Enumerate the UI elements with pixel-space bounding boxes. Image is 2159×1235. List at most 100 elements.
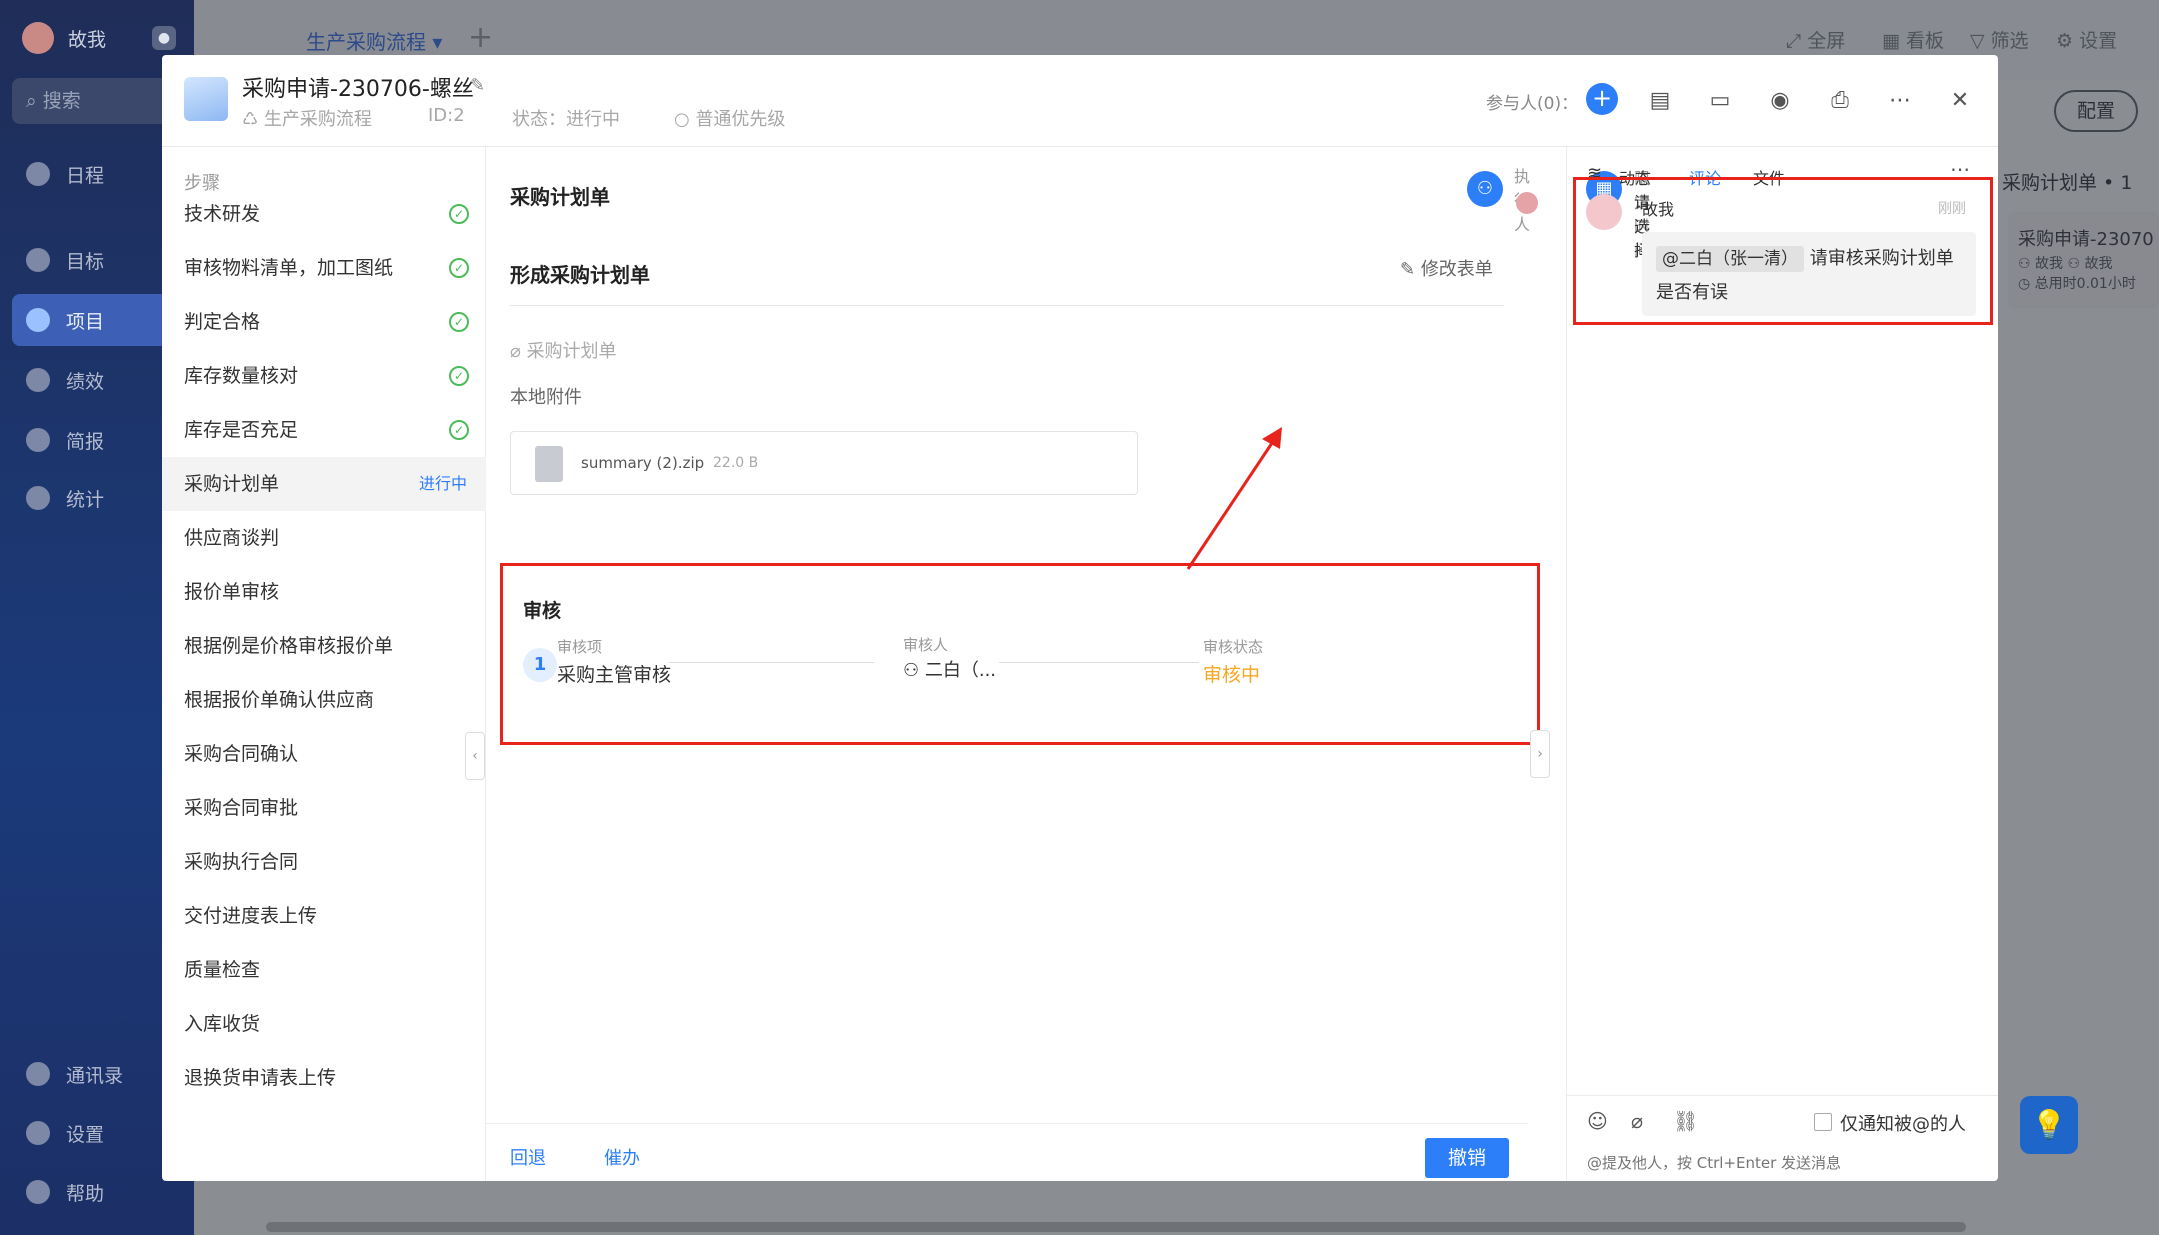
settings-button[interactable]: ⚙ 设置 bbox=[2056, 26, 2117, 53]
annotation-arrow bbox=[1186, 427, 1282, 570]
check-circle-icon: ✓ bbox=[449, 366, 469, 386]
participants-label: 参与人(0)： bbox=[1486, 94, 1579, 114]
step-label: 采购合同审批 bbox=[184, 797, 299, 819]
attachment-file[interactable]: summary (2).zip 22.0 B bbox=[510, 431, 1138, 495]
collapse-left-button[interactable]: ‹ bbox=[465, 732, 485, 780]
search-label: 搜索 bbox=[42, 90, 81, 112]
urge-button[interactable]: 催办 bbox=[604, 1144, 640, 1170]
step-label: 报价单审核 bbox=[184, 581, 280, 603]
step-item[interactable]: 根据报价单确认供应商 bbox=[162, 673, 486, 727]
executor-user-icon[interactable]: ⚇ bbox=[1467, 171, 1503, 207]
step-label: 入库收货 bbox=[184, 1013, 261, 1035]
list-title: 采购计划单 bbox=[2002, 172, 2098, 194]
horizontal-scrollbar[interactable] bbox=[266, 1222, 1966, 1232]
sidebar-item-contacts[interactable]: 通讯录 bbox=[12, 1048, 182, 1100]
back-button[interactable]: 回退 bbox=[510, 1144, 546, 1170]
comment-input[interactable] bbox=[1587, 1151, 1977, 1175]
sidebar-search[interactable]: ⌕ 搜索 bbox=[12, 78, 182, 124]
step-item[interactable]: 采购合同审批 bbox=[162, 781, 486, 835]
task-image-icon bbox=[184, 77, 228, 121]
revoke-button[interactable]: 撤销 bbox=[1425, 1138, 1509, 1178]
step-label: 采购合同确认 bbox=[184, 743, 299, 765]
step-item[interactable]: 审核物料清单，加工图纸 ✓ bbox=[162, 241, 486, 295]
task-card[interactable]: 采购申请-23070 ⚇ 故我 ⚇ 故我 ◷ 总用时0.01小时 bbox=[2008, 212, 2159, 308]
step-item[interactable]: 采购合同确认 bbox=[162, 727, 486, 781]
filter-button[interactable]: ▽ 筛选 bbox=[1970, 26, 2029, 53]
workflow-name: ♺ 生产采购流程 bbox=[242, 109, 372, 130]
bell-icon[interactable]: ● bbox=[152, 26, 176, 50]
step-item-current[interactable]: 采购计划单 进行中 bbox=[162, 457, 486, 511]
document-icon[interactable]: ▤ bbox=[1646, 87, 1674, 115]
executor-avatar[interactable] bbox=[1516, 192, 1538, 214]
user-circle-icon[interactable]: ◉ bbox=[1766, 87, 1794, 115]
sidebar-item-schedule[interactable]: 日程 bbox=[12, 148, 182, 200]
step-item[interactable]: 判定合格 ✓ bbox=[162, 295, 486, 349]
edit-icon[interactable]: ✎ bbox=[470, 75, 485, 96]
project-selector[interactable]: 生产采购流程 ▾ bbox=[306, 26, 442, 55]
step-item[interactable]: 库存是否充足 ✓ bbox=[162, 403, 486, 457]
config-button[interactable]: 配置 bbox=[2054, 90, 2138, 132]
task-priority[interactable]: ○ 普通优先级 bbox=[674, 105, 785, 131]
step-item[interactable]: 采购执行合同 bbox=[162, 835, 486, 889]
comment-time: 刚刚 bbox=[1938, 201, 1966, 217]
comment-mention[interactable]: @二白（张一清） bbox=[1656, 246, 1804, 272]
emoji-icon[interactable]: ☺ bbox=[1587, 1109, 1608, 1133]
sidebar-item-projects[interactable]: 项目 bbox=[12, 294, 182, 346]
attachment-field: ⌀ 采购计划单 bbox=[510, 341, 617, 362]
user-profile[interactable]: 故我 bbox=[22, 22, 106, 54]
notify-only-checkbox[interactable] bbox=[1814, 1113, 1832, 1131]
nav-label: 绩效 bbox=[66, 370, 105, 393]
print-icon[interactable]: ⎙ bbox=[1826, 87, 1854, 115]
step-label: 库存是否充足 bbox=[184, 419, 299, 441]
step-item[interactable]: 根据例是价格审核报价单 bbox=[162, 619, 486, 673]
attachment-icon[interactable]: ⌀ bbox=[1631, 1109, 1643, 1133]
fullscreen-label: 全屏 bbox=[1807, 30, 1846, 52]
review-status-label: 审核状态 bbox=[1203, 638, 1264, 656]
step-item[interactable]: 供应商谈判 bbox=[162, 511, 486, 565]
comment-input-divider bbox=[1567, 1095, 1998, 1096]
add-tab-icon[interactable]: + bbox=[468, 20, 493, 55]
folder-icon[interactable]: ▭ bbox=[1706, 87, 1734, 115]
close-icon[interactable]: ✕ bbox=[1946, 87, 1974, 115]
step-status: 进行中 bbox=[419, 474, 468, 493]
modify-form-button[interactable]: ✎ 修改表单 bbox=[1400, 255, 1493, 281]
card-people: ⚇ 故我 ⚇ 故我 bbox=[2018, 256, 2113, 272]
nav-label: 目标 bbox=[66, 250, 105, 273]
review-section: 审核 1 审核项 采购主管审核 审核人 ⚇ 二白（... 审核状态 审核中 bbox=[500, 563, 1540, 745]
board-button[interactable]: ▦ 看板 bbox=[1882, 26, 1944, 53]
add-participant-button[interactable]: + bbox=[1586, 83, 1618, 115]
local-attachment-label: 本地附件 bbox=[510, 387, 582, 408]
step-item[interactable]: 入库收货 bbox=[162, 997, 486, 1051]
lightbulb-icon[interactable]: 💡 bbox=[2020, 1096, 2078, 1154]
sidebar-item-goals[interactable]: 目标 bbox=[12, 234, 182, 286]
link-icon[interactable]: ⛓ bbox=[1673, 1109, 1698, 1133]
list-column-title: 采购计划单 • 1 bbox=[2002, 172, 2133, 194]
step-item[interactable]: 报价单审核 bbox=[162, 565, 486, 619]
step-label: 库存数量核对 bbox=[184, 365, 299, 387]
sidebar-item-settings[interactable]: 设置 bbox=[12, 1107, 182, 1159]
board-label: 看板 bbox=[1906, 30, 1945, 52]
task-detail-modal: 采购申请-230706-螺丝 ✎ ♺ 生产采购流程 ID:2 状态：进行中 ○ … bbox=[162, 55, 1998, 1181]
sidebar-item-reports[interactable]: 简报 bbox=[12, 414, 182, 466]
review-status: 审核中 bbox=[1203, 664, 1261, 686]
collapse-right-button[interactable]: › bbox=[1530, 730, 1550, 778]
step-item[interactable]: 技术研发 ✓ bbox=[162, 187, 486, 241]
check-circle-icon: ✓ bbox=[449, 312, 469, 332]
sidebar-item-help[interactable]: 帮助 bbox=[12, 1166, 182, 1218]
sidebar-item-performance[interactable]: 绩效 bbox=[12, 354, 182, 406]
more-icon[interactable]: ⋯ bbox=[1886, 87, 1914, 115]
step-item[interactable]: 库存数量核对 ✓ bbox=[162, 349, 486, 403]
file-icon bbox=[535, 446, 563, 482]
contacts-icon bbox=[26, 1062, 50, 1086]
step-item[interactable]: 交付进度表上传 bbox=[162, 889, 486, 943]
step-item[interactable]: 质量检查 bbox=[162, 943, 486, 997]
sidebar-item-stats[interactable]: 统计 bbox=[12, 472, 182, 524]
fullscreen-button[interactable]: ⤢ 全屏 bbox=[1786, 26, 1845, 53]
user-avatar bbox=[22, 22, 54, 54]
card-time-value: 总用时0.01小时 bbox=[2034, 276, 2136, 292]
nav-label: 统计 bbox=[66, 488, 105, 511]
reviewer[interactable]: ⚇ 二白（... bbox=[903, 656, 996, 682]
review-item: 采购主管审核 bbox=[557, 664, 672, 686]
user-name: 故我 bbox=[68, 28, 107, 51]
step-item[interactable]: 退换货申请表上传 bbox=[162, 1051, 486, 1105]
